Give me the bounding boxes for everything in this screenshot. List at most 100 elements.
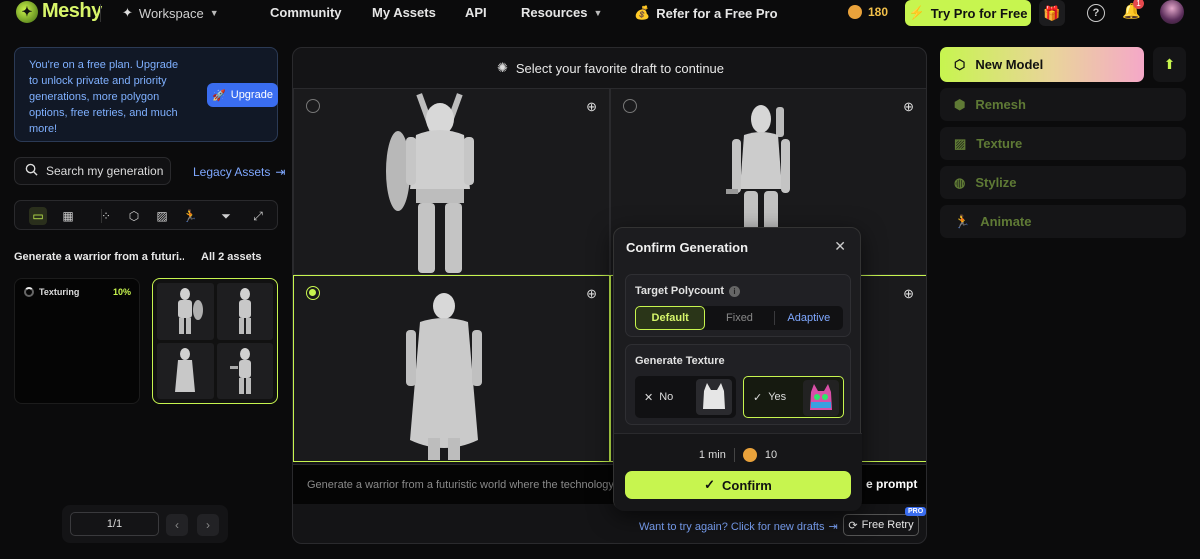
asset-card-drafts[interactable] bbox=[152, 278, 278, 404]
chevron-down-icon: ▼ bbox=[593, 7, 603, 18]
asset-progress: 10% bbox=[112, 287, 131, 297]
draft-radio-selected[interactable] bbox=[306, 286, 320, 300]
draft-1[interactable]: ⊕ bbox=[293, 88, 610, 275]
try-pro-label: Try Pro for Free bbox=[930, 5, 1028, 21]
folder-icon[interactable]: ▭ bbox=[29, 207, 47, 225]
pro-badge: PRO bbox=[905, 507, 926, 516]
draft-radio[interactable] bbox=[306, 99, 320, 113]
upgrade-label: Upgrade bbox=[230, 89, 273, 101]
info-icon[interactable]: i bbox=[729, 285, 741, 297]
app-name: Meshy bbox=[42, 0, 102, 22]
confirm-generation-dialog: Confirm Generation ✕ Target Polycount i … bbox=[613, 227, 862, 511]
draft-thumbnail bbox=[216, 283, 273, 340]
texture-button[interactable]: ▨ Texture bbox=[940, 127, 1186, 160]
coin-icon bbox=[848, 5, 862, 19]
draft-radio[interactable] bbox=[623, 99, 637, 113]
generation-title: Generate a warrior from a futuri... bbox=[14, 251, 184, 263]
warrior-model-cloak bbox=[406, 293, 482, 460]
dots-grid-icon[interactable]: ⁘ bbox=[97, 207, 115, 225]
legacy-assets-label: Legacy Assets bbox=[193, 165, 271, 179]
refresh-icon: ⟳ bbox=[848, 519, 858, 532]
lightning-icon: ⚡ bbox=[908, 5, 925, 20]
stylize-button[interactable]: ◍ Stylize bbox=[940, 166, 1186, 199]
remesh-button[interactable]: ⬢ Remesh bbox=[940, 88, 1186, 121]
polycount-adaptive[interactable]: Adaptive bbox=[775, 306, 843, 330]
nav-api[interactable]: API bbox=[465, 5, 487, 20]
zoom-in-icon[interactable]: ⊕ bbox=[586, 286, 597, 302]
check-icon: ✓ bbox=[753, 391, 763, 404]
help-icon[interactable]: ? bbox=[1087, 4, 1105, 22]
zoom-in-icon[interactable]: ⊕ bbox=[586, 99, 597, 115]
next-page-button[interactable]: › bbox=[197, 514, 219, 536]
polycount-fixed[interactable]: Fixed bbox=[705, 306, 773, 330]
draft-thumbnail bbox=[157, 342, 214, 399]
zoom-in-icon[interactable]: ⊕ bbox=[903, 99, 914, 115]
all-assets-label[interactable]: All 2 assets bbox=[201, 251, 262, 263]
texture-section: Generate Texture ✕ No ✓ Yes bbox=[625, 344, 851, 425]
new-model-label: New Model bbox=[975, 57, 1044, 72]
money-bag-icon: 💰 bbox=[634, 5, 651, 20]
spinner-icon bbox=[24, 287, 34, 297]
nav-refer[interactable]: 💰 Refer for a Free Pro bbox=[634, 5, 778, 21]
edit-prompt-button[interactable]: e prompt bbox=[866, 477, 917, 491]
export-icon: ⇥ bbox=[275, 165, 286, 179]
free-retry-button[interactable]: ⟳ Free Retry bbox=[843, 514, 919, 536]
legacy-assets-link[interactable]: Legacy Assets ⇥ bbox=[193, 165, 285, 179]
nav-my-assets[interactable]: My Assets bbox=[372, 5, 436, 20]
credits-balance[interactable]: 180 bbox=[848, 5, 888, 19]
sparkle-icon: ✦ bbox=[122, 5, 133, 20]
page-input[interactable]: 1/1 bbox=[70, 512, 159, 536]
nav-workspace[interactable]: ✦ Workspace ▼ bbox=[122, 5, 219, 21]
notification-badge: 1 bbox=[1133, 0, 1144, 9]
prev-page-button[interactable]: ‹ bbox=[166, 514, 188, 536]
warrior-model-back-shield bbox=[386, 93, 474, 273]
nav-resources[interactable]: Resources ▼ bbox=[521, 5, 602, 20]
chevron-left-icon: ‹ bbox=[175, 518, 179, 532]
upload-button[interactable]: ⬆ bbox=[1153, 47, 1186, 82]
stylize-icon: ◍ bbox=[954, 174, 966, 190]
close-icon[interactable]: ✕ bbox=[834, 238, 846, 255]
texture-option-yes[interactable]: ✓ Yes bbox=[743, 376, 844, 418]
try-pro-button[interactable]: ⚡ Try Pro for Free bbox=[905, 0, 1031, 26]
zoom-in-icon[interactable]: ⊕ bbox=[903, 286, 914, 302]
expand-icon[interactable]: ⤢ bbox=[249, 207, 267, 225]
animate-icon[interactable]: 🏃 bbox=[181, 207, 199, 225]
logo[interactable]: ✦ Meshy bbox=[16, 0, 102, 23]
new-drafts-label: Want to try again? Click for new drafts bbox=[639, 520, 825, 533]
credits-value: 180 bbox=[868, 5, 889, 19]
time-estimate: 1 min bbox=[698, 449, 726, 461]
generation-cost: 1 min 10 bbox=[614, 448, 862, 462]
prompt-text: Generate a warrior from a futuristic wor… bbox=[307, 479, 614, 491]
upgrade-button[interactable]: 🚀 Upgrade bbox=[207, 83, 278, 107]
texture-option-no[interactable]: ✕ No bbox=[635, 376, 736, 418]
polycount-label: Target Polycount i bbox=[635, 285, 741, 297]
search-input[interactable]: Search my generation bbox=[14, 157, 171, 185]
gift-button[interactable]: 🎁 bbox=[1039, 0, 1065, 26]
nav-refer-label: Refer for a Free Pro bbox=[656, 5, 778, 21]
polycount-default[interactable]: Default bbox=[635, 306, 706, 330]
credit-cost: 10 bbox=[764, 449, 778, 461]
stylize-label: Stylize bbox=[975, 175, 1017, 190]
cube-icon[interactable]: ⬡ bbox=[125, 207, 143, 225]
cube-icon: ⬡ bbox=[954, 56, 966, 72]
avatar[interactable] bbox=[1160, 0, 1184, 24]
new-model-button[interactable]: ⬡ New Model bbox=[940, 47, 1144, 82]
filter-icon[interactable]: ⏷ bbox=[217, 207, 235, 225]
animate-button[interactable]: 🏃 Animate bbox=[940, 205, 1186, 238]
coin-icon bbox=[742, 448, 757, 462]
search-icon bbox=[25, 163, 38, 179]
nav-workspace-label: Workspace bbox=[138, 5, 204, 21]
draft-3[interactable]: ⊕ bbox=[293, 275, 610, 462]
arrow-right-icon: ⇥ bbox=[828, 521, 838, 533]
grid-icon[interactable]: ▦ bbox=[59, 207, 77, 225]
confirm-button[interactable]: ✓ Confirm bbox=[625, 471, 851, 499]
texture-icon[interactable]: ▨ bbox=[153, 207, 171, 225]
new-drafts-link[interactable]: Want to try again? Click for new drafts … bbox=[639, 520, 838, 534]
nav-community[interactable]: Community bbox=[270, 5, 342, 20]
polycount-label-text: Target Polycount bbox=[635, 285, 725, 297]
x-icon: ✕ bbox=[644, 391, 654, 404]
cost-divider bbox=[733, 448, 735, 462]
polycount-section: Target Polycount i Default Fixed Adaptiv… bbox=[625, 274, 851, 337]
asset-card-texturing[interactable]: Texturing 10% bbox=[14, 278, 140, 404]
textured-cat-preview bbox=[803, 380, 839, 416]
